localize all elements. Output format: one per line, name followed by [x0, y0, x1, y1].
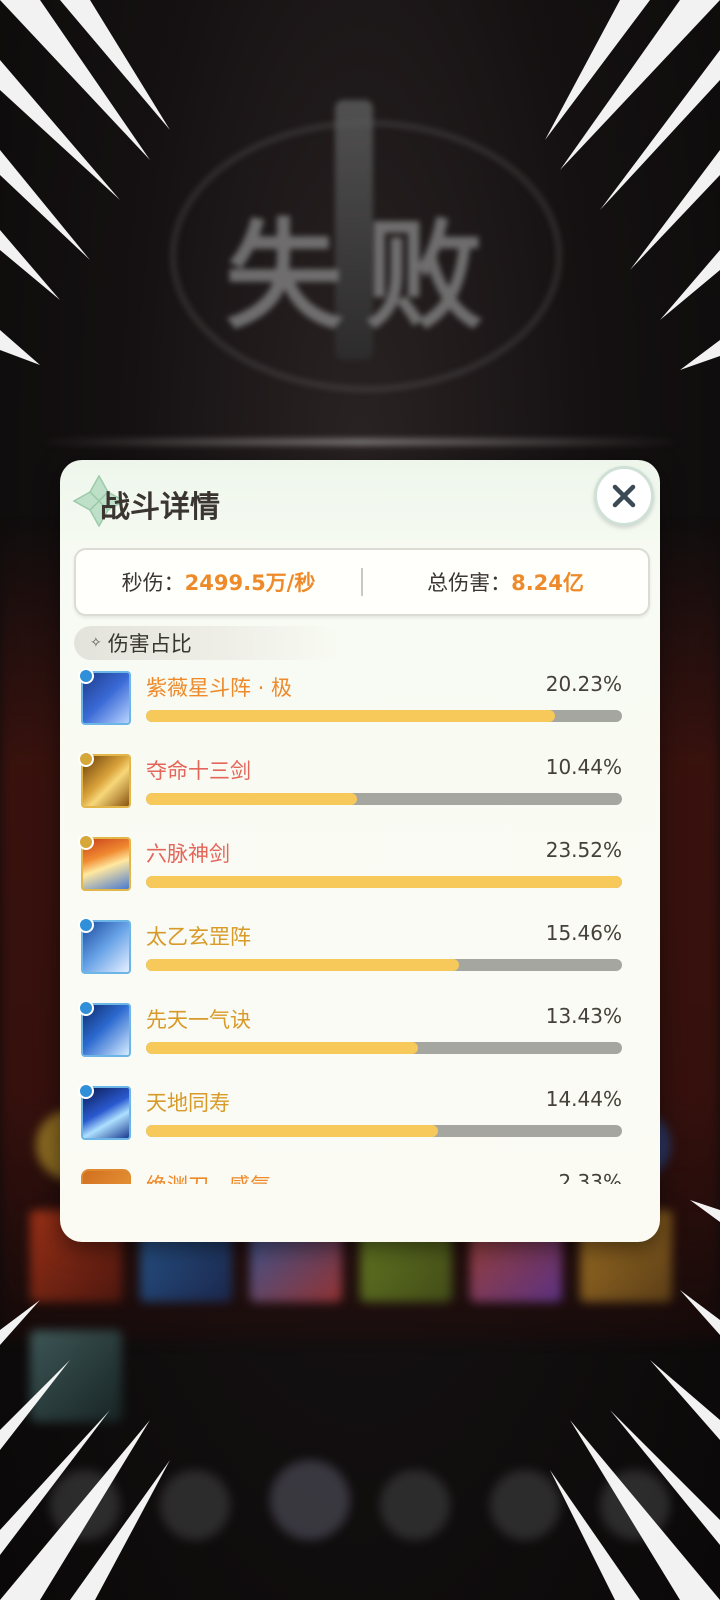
dps-value: 2499.5万/秒	[184, 571, 316, 595]
water-type-badge-icon	[78, 668, 94, 684]
background-circle	[490, 1470, 560, 1540]
skill-damage-percent: 23.52%	[545, 838, 622, 862]
total-damage-label: 总伤害：	[427, 571, 512, 595]
skill-damage-row: 绝渊刀 · 感氣 2.33%	[78, 1164, 642, 1184]
dps-label: 秒伤：	[121, 571, 185, 595]
skill-damage-percent: 20.23%	[545, 672, 622, 696]
damage-share-bar	[146, 1042, 622, 1054]
result-subtitle-bar	[40, 438, 680, 446]
skill-name: 绝渊刀 · 感氣	[146, 1170, 271, 1184]
skill-damage-percent: 10.44%	[545, 755, 622, 779]
diamond-icon: ✧	[90, 635, 102, 651]
damage-summary: 秒伤：2499.5万/秒 总伤害：8.24亿	[74, 548, 650, 616]
background-circle	[270, 1460, 350, 1540]
damage-share-bar	[146, 710, 622, 722]
total-damage-value: 8.24亿	[511, 571, 584, 595]
sword-type-badge-icon	[78, 751, 94, 767]
skill-damage-row: 夺命十三剑 10.44%	[78, 749, 642, 829]
skill-damage-row: 紫薇星斗阵 · 极 20.23%	[78, 666, 642, 746]
damage-share-bar-fill	[146, 1125, 439, 1137]
total-damage-stat: 总伤害：8.24亿	[363, 567, 648, 597]
damage-share-bar	[146, 876, 622, 888]
skill-name: 夺命十三剑	[146, 759, 251, 783]
damage-share-bar	[146, 1125, 622, 1137]
section-title: 伤害占比	[107, 632, 192, 656]
defeat-title: 失败	[224, 206, 505, 345]
damage-share-header: ✧ 伤害占比	[74, 626, 340, 660]
damage-share-bar	[146, 793, 622, 805]
skill-name: 天地同寿	[146, 1091, 230, 1115]
damage-share-bar-fill	[146, 876, 622, 888]
skill-damage-row: 太乙玄罡阵 15.46%	[78, 915, 642, 995]
skill-damage-percent: 14.44%	[545, 1087, 622, 1111]
skill-icon-frame	[78, 834, 134, 894]
skill-icon-frame	[78, 1166, 134, 1184]
damage-share-bar-fill	[146, 710, 556, 722]
background-circle	[380, 1470, 450, 1540]
skill-damage-row: 先天一气诀 13.43%	[78, 998, 642, 1078]
water-type-badge-icon	[78, 1083, 94, 1099]
background-card-tile	[30, 1330, 122, 1422]
damage-share-bar-fill	[146, 793, 358, 805]
abyss-blade-icon	[81, 1169, 131, 1184]
close-button[interactable]	[594, 466, 654, 526]
skill-damage-row: 六脉神剑 23.52%	[78, 832, 642, 912]
damage-share-bar	[146, 959, 622, 971]
dps-stat: 秒伤：2499.5万/秒	[76, 567, 361, 597]
skill-icon-frame	[78, 751, 134, 811]
background-circle	[160, 1470, 230, 1540]
skill-icon-frame	[78, 668, 134, 728]
skill-name: 紫薇星斗阵 · 极	[146, 676, 293, 700]
water-type-badge-icon	[78, 1000, 94, 1016]
skill-icon-frame	[78, 1083, 134, 1143]
damage-share-bar-fill	[146, 959, 459, 971]
skill-name: 六脉神剑	[146, 842, 230, 866]
skill-name: 先天一气诀	[146, 1008, 251, 1032]
background-circle	[50, 1470, 120, 1540]
skill-damage-percent: 15.46%	[545, 921, 622, 945]
damage-share-list[interactable]: 紫薇星斗阵 · 极 20.23% 夺命十三剑 10.44% 六脉神剑 23.52% 太乙玄罡…	[60, 664, 660, 1184]
battle-details-dialog: 战斗详情 秒伤：2499.5万/秒 总伤害：8.24亿 ✧ 伤害占比 紫薇星斗阵…	[60, 460, 660, 1242]
skill-icon-frame	[78, 1000, 134, 1060]
skill-damage-row: 天地同寿 14.44%	[78, 1081, 642, 1161]
skill-name: 太乙玄罡阵	[146, 925, 251, 949]
background-circle	[600, 1470, 670, 1540]
skill-icon-frame	[78, 917, 134, 977]
water-type-badge-icon	[78, 917, 94, 933]
skill-damage-percent: 13.43%	[545, 1004, 622, 1028]
damage-share-bar-fill	[146, 1042, 418, 1054]
sword-type-badge-icon	[78, 834, 94, 850]
skill-damage-percent: 2.33%	[558, 1170, 622, 1184]
dialog-title: 战斗详情	[100, 490, 220, 525]
close-icon	[612, 484, 636, 508]
